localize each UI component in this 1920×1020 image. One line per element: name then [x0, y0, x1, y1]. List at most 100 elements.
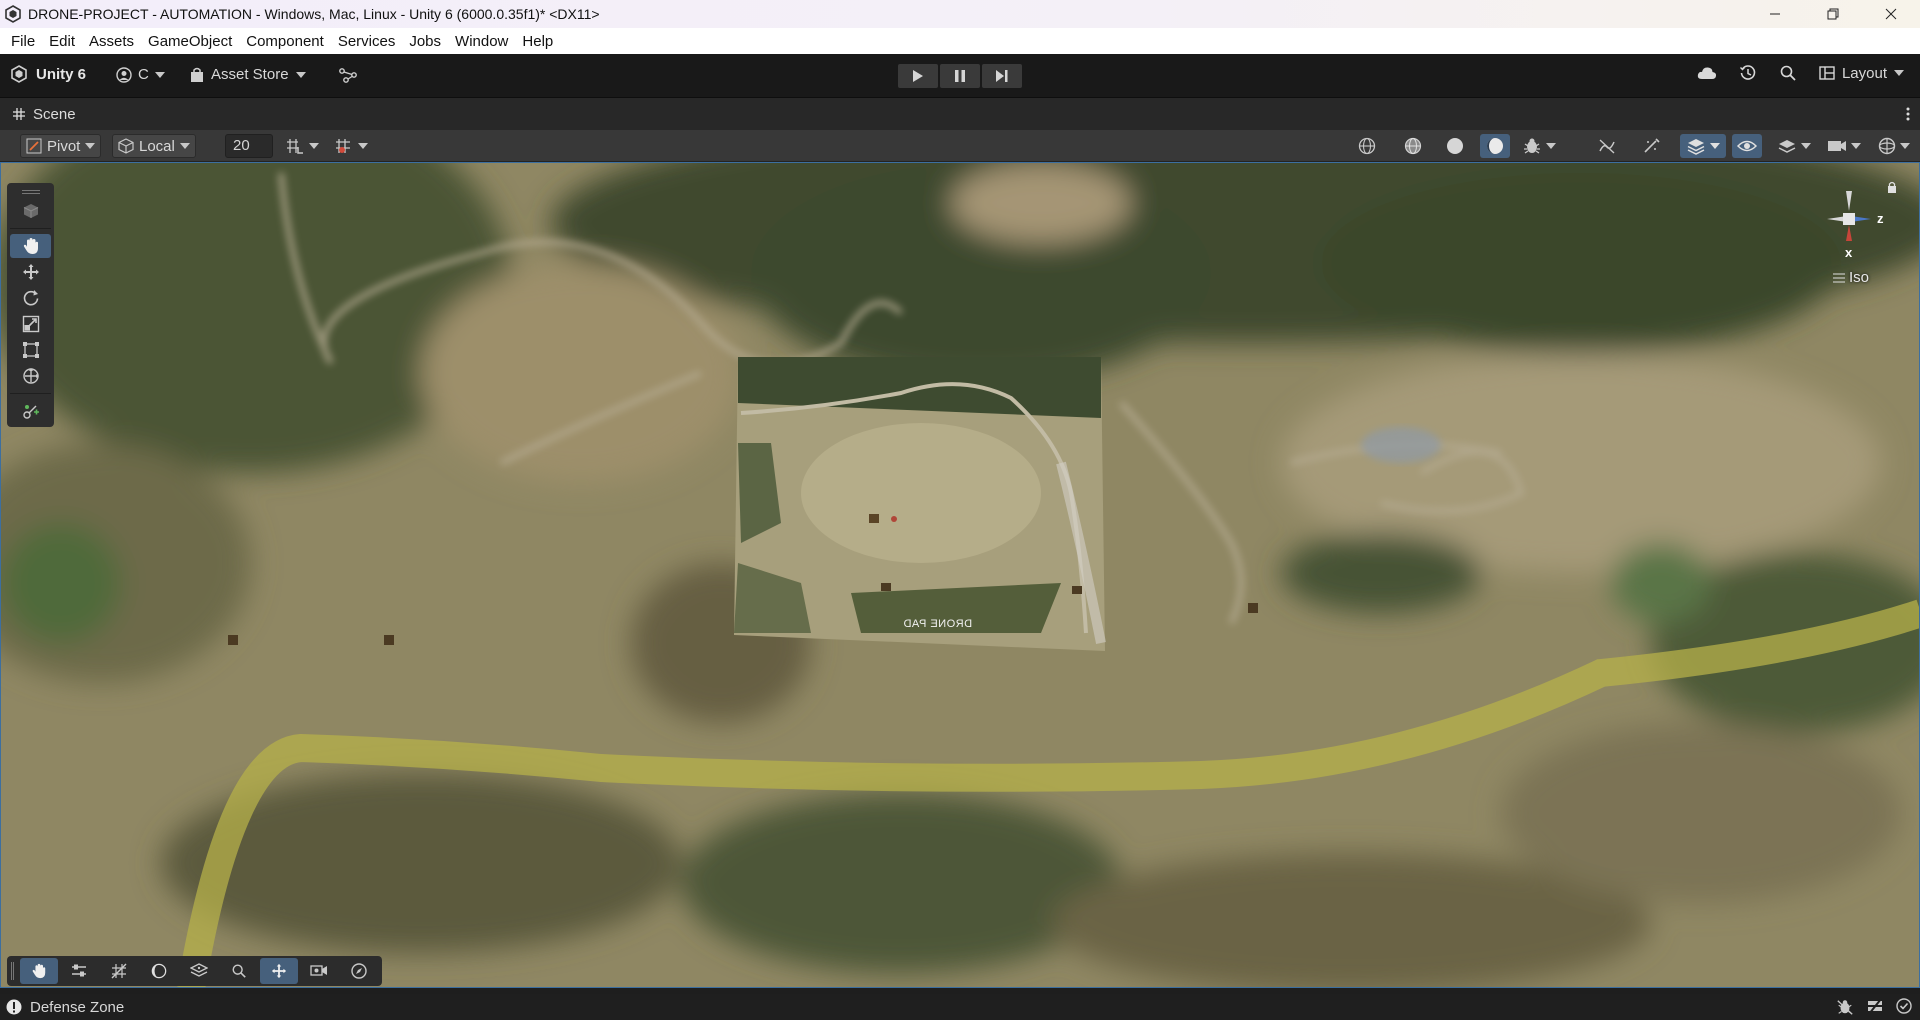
orientation-gizmo[interactable]: z x Iso — [1813, 189, 1893, 286]
layers-dropdown[interactable] — [1772, 134, 1816, 158]
console-status-message[interactable]: Defense Zone — [6, 999, 124, 1016]
layers-stack-icon — [1687, 139, 1705, 155]
status-bar: Defense Zone — [0, 994, 1920, 1020]
chevron-down-icon — [358, 143, 368, 149]
menu-assets[interactable]: Assets — [82, 33, 141, 50]
version-control-button[interactable] — [338, 66, 358, 89]
play-button[interactable] — [898, 64, 938, 88]
close-button[interactable] — [1862, 0, 1920, 28]
rect-tool-button[interactable] — [10, 338, 51, 362]
chevron-down-icon — [1894, 70, 1904, 76]
gizmos-dropdown[interactable] — [1872, 134, 1916, 158]
menu-help[interactable]: Help — [515, 33, 560, 50]
menu-jobs[interactable]: Jobs — [402, 33, 448, 50]
search-icon[interactable] — [1779, 64, 1797, 82]
transform-tool-button[interactable] — [10, 364, 51, 388]
increment-snap-button[interactable] — [330, 134, 372, 158]
lock-icon[interactable] — [1887, 181, 1897, 193]
bug-icon — [1524, 138, 1540, 154]
menu-component[interactable]: Component — [239, 33, 331, 50]
account-initial: C — [138, 66, 149, 83]
step-button[interactable] — [982, 64, 1022, 88]
cloud-icon[interactable] — [1697, 66, 1717, 80]
menu-services[interactable]: Services — [331, 33, 403, 50]
overlay-grid-button[interactable] — [100, 958, 138, 984]
2d-toggle-button[interactable] — [1592, 134, 1622, 158]
more-options-icon[interactable] — [1906, 106, 1910, 122]
overlay-lighting-button[interactable] — [140, 958, 178, 984]
grid-size-field[interactable]: 20 — [225, 134, 273, 158]
scene-toolbar: Pivot Local 20 — [0, 130, 1920, 162]
play-icon — [913, 70, 923, 82]
close-icon — [1885, 8, 1897, 20]
audio-toggle-button[interactable] — [1636, 134, 1666, 158]
account-icon — [116, 66, 132, 83]
account-dropdown[interactable]: C — [116, 66, 165, 83]
title-bar: DRONE-PROJECT - AUTOMATION - Windows, Ma… — [0, 0, 1920, 28]
axis-gizmo-icon[interactable]: z x — [1813, 189, 1893, 265]
effects-off-icon — [1644, 138, 1660, 153]
grid-off-icon — [111, 963, 127, 979]
layout-icon — [1819, 66, 1835, 80]
overlay-move-button[interactable] — [260, 958, 298, 984]
overlay-sliders-button[interactable] — [60, 958, 98, 984]
menu-window[interactable]: Window — [448, 33, 515, 50]
minimize-button[interactable] — [1746, 0, 1804, 28]
camera-icon — [1828, 141, 1846, 151]
scene-viewport[interactable]: DRONE PAD z x Iso — [0, 162, 1920, 988]
pause-button[interactable] — [940, 64, 980, 88]
palette-grip-icon[interactable] — [10, 187, 51, 197]
search-icon — [232, 964, 246, 978]
debug-draw-button[interactable] — [1518, 134, 1560, 158]
overlay-hand-button[interactable] — [20, 958, 58, 984]
toolbar-right-group: Layout — [1697, 64, 1904, 82]
debug-off-icon[interactable] — [1836, 998, 1854, 1016]
unity-product-button[interactable]: Unity 6 — [10, 65, 86, 83]
camera-dropdown[interactable] — [1822, 134, 1866, 158]
overlay-search-button[interactable] — [220, 958, 258, 984]
grid-hash-icon — [13, 108, 25, 120]
asset-store-dropdown[interactable]: Asset Store — [190, 66, 306, 83]
overlay-layers-button[interactable] — [180, 958, 218, 984]
hand-tool-button[interactable] — [10, 234, 51, 258]
lit-mode-button[interactable] — [1480, 134, 1510, 158]
shaded-button[interactable] — [1440, 134, 1470, 158]
pivot-icon — [26, 138, 42, 154]
shaded-wireframe-button[interactable] — [1398, 134, 1428, 158]
pivot-dropdown[interactable]: Pivot — [20, 134, 102, 158]
overlay-grip[interactable] — [11, 962, 14, 980]
scene-visibility-button[interactable] — [1732, 134, 1762, 158]
rotate-tool-button[interactable] — [10, 286, 51, 310]
minimize-icon — [1770, 13, 1780, 15]
unity-logo-icon — [5, 5, 21, 23]
checkmark-circle-icon[interactable] — [1896, 998, 1912, 1014]
view-cube-button[interactable] — [10, 199, 51, 223]
grid-snap-button[interactable] — [282, 134, 322, 158]
scale-tool-button[interactable] — [10, 312, 51, 336]
menu-gameobject[interactable]: GameObject — [141, 33, 239, 50]
layout-label: Layout — [1841, 64, 1887, 82]
tab-scene[interactable]: Scene — [13, 106, 76, 123]
draw-mode-button[interactable] — [1352, 134, 1382, 158]
history-icon[interactable] — [1739, 64, 1757, 82]
chevron-down-icon — [85, 143, 96, 149]
move-tool-button[interactable] — [10, 260, 51, 284]
projection-toggle[interactable]: Iso — [1833, 269, 1869, 286]
effects-dropdown[interactable] — [1680, 134, 1726, 158]
lighting-off-icon — [1599, 139, 1615, 154]
status-icons — [1836, 998, 1912, 1016]
cache-server-icon[interactable] — [1866, 998, 1884, 1016]
layout-dropdown[interactable]: Layout — [1819, 65, 1904, 82]
eye-icon — [1737, 140, 1757, 152]
menu-file[interactable]: File — [4, 33, 42, 50]
restore-icon — [1827, 8, 1839, 20]
space-dropdown[interactable]: Local — [112, 134, 196, 158]
menu-edit[interactable]: Edit — [42, 33, 82, 50]
lit-sphere-icon — [1487, 138, 1503, 154]
restore-button[interactable] — [1804, 0, 1862, 28]
transform-all-icon — [22, 368, 39, 384]
overlay-camera-button[interactable] — [300, 958, 338, 984]
custom-tool-button[interactable] — [10, 399, 51, 423]
overlay-navigation-button[interactable] — [340, 958, 378, 984]
local-space-icon — [118, 138, 134, 154]
